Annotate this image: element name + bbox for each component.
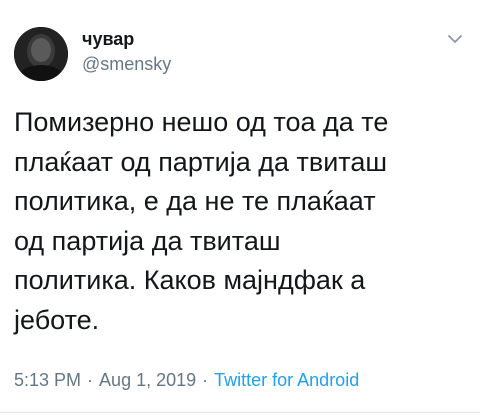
tweet-meta: 5:13 PM · Aug 1, 2019 · Twitter for Android [14,369,359,391]
tweet-text-line: јеботе. [14,304,100,335]
chevron-down-icon [448,34,462,43]
tweet-menu-button[interactable] [444,28,466,50]
display-name[interactable]: чувар [82,28,134,50]
tweet-text-line: плаќаат од партија да твиташ [14,146,388,177]
tweet-source-link[interactable]: Twitter for Android [214,370,359,390]
divider [0,412,480,413]
tweet-text-line: политика. Каков мајндфак а [14,265,366,295]
tweet-text-line: политика, е да не те плаќаат [14,186,376,216]
tweet-text: Помизерно нешо од тоа да те плаќаат од п… [14,103,470,340]
tweet-time[interactable]: 5:13 PM [14,370,81,390]
meta-separator: · [87,370,94,390]
profile-photo-icon [14,27,68,81]
tweet-text-line: од партија да твиташ [14,225,281,256]
avatar[interactable] [14,27,68,81]
tweet-date[interactable]: Aug 1, 2019 [99,370,196,390]
meta-separator: · [202,370,209,390]
user-handle[interactable]: @smensky [82,53,171,75]
tweet-card: чувар @smensky Помизерно нешо од тоа да … [0,0,480,418]
tweet-text-line: Помизерно нешо од тоа да те [14,107,389,137]
